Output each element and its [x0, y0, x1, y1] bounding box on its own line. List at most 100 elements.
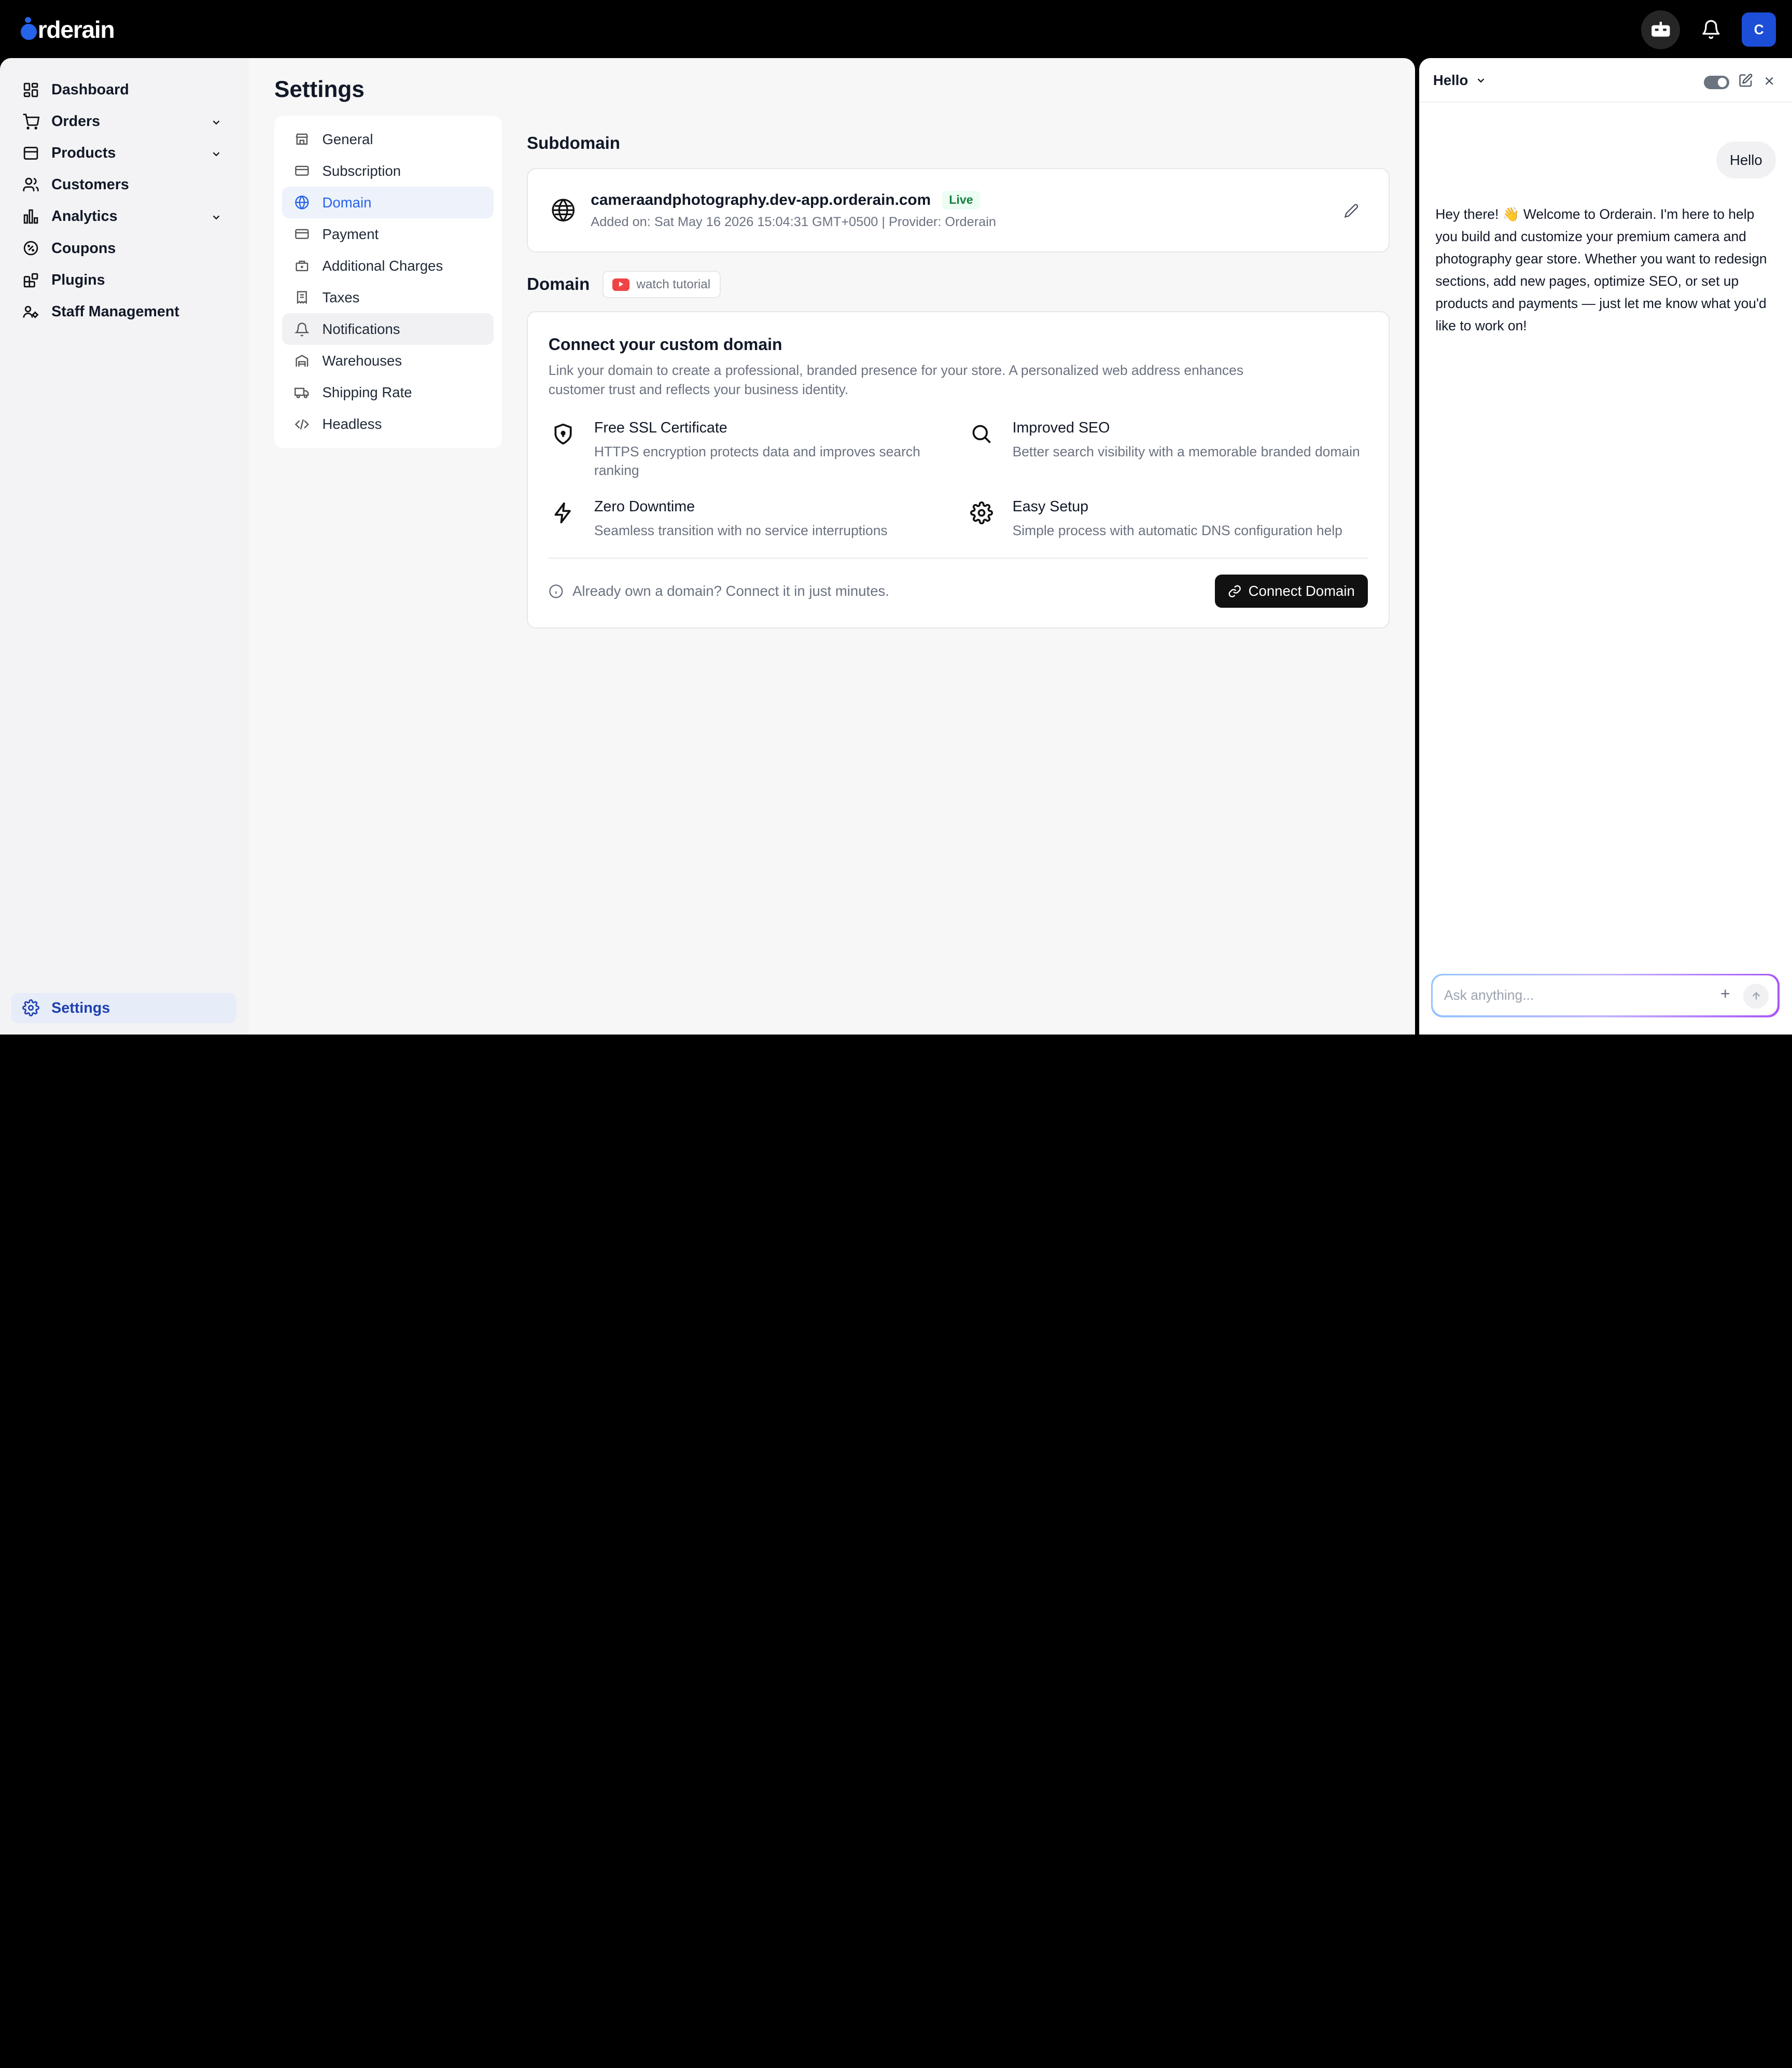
truck-icon: [293, 385, 310, 401]
settings-item-label: Payment: [322, 226, 379, 242]
logo-mark-icon: [20, 17, 37, 40]
chat-mode-toggle[interactable]: [1704, 75, 1729, 90]
sidebar-item-label: Customers: [51, 176, 129, 193]
watch-tutorial-label: watch tutorial: [636, 277, 711, 291]
page-title: Settings: [274, 76, 365, 102]
user-message: Hello: [1716, 142, 1776, 178]
sidebar-item-staff-management[interactable]: Staff Management: [11, 296, 237, 328]
cart-icon: [21, 111, 41, 132]
chat-title: Hello: [1433, 72, 1468, 88]
settings-item-label: Subscription: [322, 162, 401, 179]
new-chat-icon[interactable]: [1738, 72, 1753, 93]
bell-icon: [293, 321, 310, 337]
feature-title: Improved SEO: [1012, 419, 1110, 436]
sidebar-item-plugins[interactable]: Plugins: [11, 264, 237, 296]
sidebar-item-analytics[interactable]: Analytics: [11, 201, 237, 232]
subdomain-name[interactable]: cameraandphotography.dev-app.orderain.co…: [591, 191, 931, 209]
feature-description: Better search visibility with a memorabl…: [1012, 443, 1360, 459]
settings-item-additional-charges[interactable]: Additional Charges: [282, 250, 494, 282]
settings-item-label: Headless: [322, 415, 382, 432]
settings-item-shipping-rate[interactable]: Shipping Rate: [282, 376, 494, 408]
settings-item-taxes[interactable]: Taxes: [282, 282, 494, 313]
chat-input[interactable]: [1444, 987, 1696, 1004]
already-own-text: Already own a domain? Connect it in just…: [572, 582, 889, 599]
user-avatar[interactable]: C: [1742, 12, 1776, 47]
connect-domain-title: Connect your custom domain: [548, 334, 782, 354]
settings-item-subscription[interactable]: Subscription: [282, 155, 494, 187]
card-divider: [548, 557, 1368, 559]
receipt-icon: [293, 289, 310, 305]
www-globe-icon: [551, 198, 576, 227]
percent-badge-icon: [21, 238, 41, 259]
chevron-down-icon[interactable]: [211, 115, 222, 132]
send-button[interactable]: [1743, 983, 1769, 1009]
settings-item-label: Shipping Rate: [322, 384, 412, 400]
connect-domain-label: Connect Domain: [1248, 583, 1355, 599]
assistant-message: Hey there! 👋 Welcome to Orderain. I'm he…: [1435, 206, 1767, 334]
settings-menu: General Subscription Domain Payment Addi…: [274, 115, 502, 448]
settings-item-label: Taxes: [322, 289, 360, 305]
staff-icon: [21, 301, 41, 322]
sidebar-item-products[interactable]: Products: [11, 137, 237, 169]
domain-heading: Domain: [527, 274, 590, 294]
store-icon: [293, 131, 310, 147]
chat-thread-selector[interactable]: Hello: [1433, 72, 1487, 89]
sidebar-item-orders[interactable]: Orders: [11, 106, 237, 137]
sidebar-item-label: Products: [51, 145, 116, 162]
sidebar-item-label: Dashboard: [51, 81, 129, 99]
plus-icon[interactable]: [1718, 987, 1732, 1000]
users-icon: [21, 175, 41, 195]
code-icon: [293, 416, 310, 432]
sidebar-item-customers[interactable]: Customers: [11, 169, 237, 201]
settings-item-label: Warehouses: [322, 352, 402, 369]
chevron-down-icon[interactable]: [211, 147, 222, 164]
ai-assistant-button[interactable]: [1641, 10, 1681, 49]
gear-icon: [21, 998, 41, 1018]
settings-item-label: Additional Charges: [322, 257, 443, 274]
sidebar-item-dashboard[interactable]: Dashboard: [11, 74, 237, 106]
settings-item-warehouses[interactable]: Warehouses: [282, 345, 494, 376]
settings-item-payment[interactable]: Payment: [282, 218, 494, 250]
settings-item-notifications[interactable]: Notifications: [282, 313, 494, 345]
arrow-up-icon: [1752, 991, 1760, 1000]
settings-item-domain[interactable]: Domain: [282, 187, 494, 219]
sidebar-item-coupons[interactable]: Coupons: [11, 232, 237, 264]
chat-header: Hello: [1419, 58, 1792, 103]
feature-title: Free SSL Certificate: [594, 419, 727, 436]
sidebar-item-label: Coupons: [51, 240, 116, 257]
notifications-button[interactable]: [1691, 10, 1730, 49]
box-icon: [21, 143, 41, 164]
shield-icon: [549, 420, 578, 449]
app-root: rderain C Dashboard Orders Products Cust…: [0, 0, 1792, 1035]
settings-item-headless[interactable]: Headless: [282, 408, 494, 440]
chat-panel: Hello Hello Hey there! 👋 Welcome to Orde…: [1419, 58, 1792, 1035]
orderain-logo[interactable]: rderain: [20, 16, 115, 44]
youtube-icon: [612, 278, 630, 291]
close-icon[interactable]: [1762, 72, 1776, 93]
sidebar-nav: Dashboard Orders Products Customers Anal…: [11, 74, 237, 327]
grid-icon: [21, 80, 41, 101]
settings-item-label: Domain: [322, 194, 372, 211]
link-icon: [1228, 584, 1241, 598]
sidebar-item-settings[interactable]: Settings: [11, 993, 237, 1023]
sidebar-item-label: Settings: [51, 999, 110, 1016]
chat-controls: [1704, 72, 1776, 93]
card-icon: [293, 226, 310, 242]
connect-domain-card: Connect your custom domain Link your dom…: [527, 311, 1390, 629]
search-icon: [967, 420, 996, 449]
subdomain-name-row: cameraandphotography.dev-app.orderain.co…: [591, 190, 980, 209]
charges-icon: [293, 258, 310, 274]
connect-domain-button[interactable]: Connect Domain: [1214, 575, 1368, 608]
robot-icon: [1651, 21, 1670, 37]
watch-tutorial-button[interactable]: watch tutorial: [602, 271, 721, 299]
sidebar-item-label: Staff Management: [51, 303, 179, 320]
feature-description: Seamless transition with no service inte…: [594, 522, 888, 538]
settings-content: Settings General Subscription Domain Pay…: [249, 58, 1415, 1034]
chat-input-inner: [1432, 975, 1778, 1016]
settings-item-general[interactable]: General: [282, 123, 494, 155]
subdomain-meta: Added on: Sat May 16 2026 15:04:31 GMT+0…: [591, 215, 996, 230]
chevron-down-icon[interactable]: [211, 210, 222, 227]
pencil-icon[interactable]: [1344, 202, 1359, 223]
settings-item-label: General: [322, 131, 373, 147]
feature-title: Easy Setup: [1012, 498, 1089, 515]
